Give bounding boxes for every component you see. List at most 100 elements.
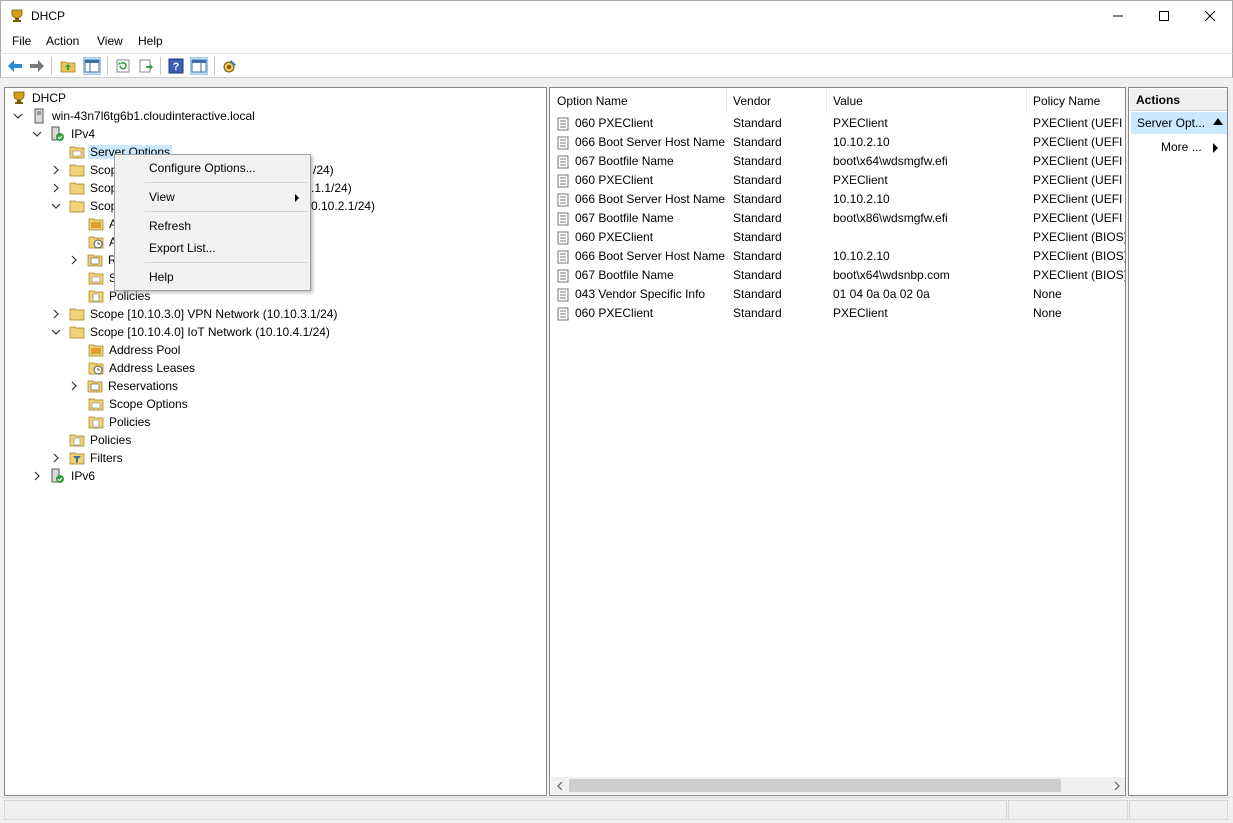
actions-pane: Actions Server Opt... More ... bbox=[1128, 87, 1228, 796]
actions-section-server-options[interactable]: Server Opt... bbox=[1131, 112, 1227, 134]
tree-node-scope-vpn[interactable]: Scope [10.10.3.0] VPN Network (10.10.3.1… bbox=[51, 305, 339, 323]
tree-node-server[interactable]: win-43n7l6tg6b1.cloudinteractive.local bbox=[13, 107, 257, 125]
tree-node-policies[interactable]: Policies bbox=[88, 413, 152, 431]
tree-label: Scope [10.10.3.0] VPN Network (10.10.3.1… bbox=[90, 307, 338, 321]
help-icon[interactable]: ? bbox=[167, 57, 185, 75]
column-header-policy-name[interactable]: Policy Name bbox=[1027, 89, 1125, 113]
table-row[interactable]: 067 Bootfile Name Standard boot\x64\wdsmgf… bbox=[551, 152, 1125, 171]
cell-vendor: Standard bbox=[733, 249, 782, 263]
close-button[interactable] bbox=[1187, 1, 1233, 31]
table-row[interactable]: 066 Boot Server Host Name Standard 10.10.2… bbox=[551, 133, 1125, 152]
toolbar: ? bbox=[0, 53, 1233, 78]
tree-node-reservations[interactable]: Reservations bbox=[69, 377, 180, 395]
table-row[interactable]: 060 PXEClient Standard PXEClient PXEClient … bbox=[551, 114, 1125, 133]
chevron-down-icon[interactable] bbox=[51, 327, 61, 337]
tree-node-scope-options[interactable]: Scope Options bbox=[88, 395, 190, 413]
maximize-button[interactable] bbox=[1141, 1, 1187, 31]
collapse-up-icon[interactable] bbox=[1213, 118, 1223, 125]
cell-value: 01 04 0a 0a 02 0a bbox=[833, 287, 930, 301]
menu-item-refresh[interactable]: Refresh bbox=[149, 219, 191, 233]
chevron-right-icon[interactable] bbox=[69, 255, 79, 265]
chevron-down-icon[interactable] bbox=[51, 201, 61, 211]
list-header: Option Name Vendor Value Policy Name bbox=[551, 89, 1125, 113]
show-hide-action-pane-icon[interactable] bbox=[190, 57, 208, 75]
back-icon[interactable] bbox=[6, 57, 24, 75]
tree-node-scope-iot[interactable]: Scope [10.10.4.0] IoT Network (10.10.4.1… bbox=[51, 323, 332, 341]
table-row[interactable]: 067 Bootfile Name Standard boot\x64\wdsnbp… bbox=[551, 266, 1125, 285]
tree-label: Filters bbox=[90, 451, 123, 465]
chevron-down-icon[interactable] bbox=[32, 129, 42, 139]
table-row[interactable]: 060 PXEClient Standard PXEClient None bbox=[551, 304, 1125, 323]
cell-text: 067 Bootfile Name bbox=[575, 211, 674, 225]
cell-text: 060 PXEClient bbox=[575, 230, 654, 244]
tree-node-policies[interactable]: Policies bbox=[69, 431, 133, 449]
menu-view[interactable]: View bbox=[97, 34, 123, 48]
column-header-value[interactable]: Value bbox=[827, 89, 1027, 113]
up-folder-icon[interactable] bbox=[59, 57, 77, 75]
table-row[interactable]: 067 Bootfile Name Standard boot\x86\wdsmgf… bbox=[551, 209, 1125, 228]
options-folder-icon bbox=[69, 144, 85, 160]
minimize-button[interactable] bbox=[1095, 1, 1141, 31]
chevron-down-icon[interactable] bbox=[13, 111, 23, 121]
tree-node-ipv6[interactable]: IPv6 bbox=[32, 467, 97, 485]
folder-icon bbox=[69, 306, 85, 322]
menu-item-help[interactable]: Help bbox=[149, 270, 174, 284]
cell-vendor: Standard bbox=[733, 173, 782, 187]
chevron-right-icon[interactable] bbox=[69, 381, 79, 391]
scroll-left-icon[interactable] bbox=[551, 777, 568, 794]
cell-vendor: Standard bbox=[733, 230, 782, 244]
menu-item-configure-options[interactable]: Configure Options... bbox=[149, 161, 256, 175]
chevron-right-icon[interactable] bbox=[32, 471, 42, 481]
cell-policy-name: PXEClient (UEFI x86) bbox=[1033, 211, 1125, 225]
menu-file[interactable]: File bbox=[12, 34, 31, 48]
tree-label: Scope [10.10.4.0] IoT Network (10.10.4.1… bbox=[90, 325, 330, 339]
tree-node-scope[interactable]: Scop bbox=[51, 161, 119, 179]
address-leases-icon bbox=[88, 360, 104, 376]
horizontal-scrollbar[interactable] bbox=[551, 777, 1125, 794]
menu-item-view[interactable]: View bbox=[149, 190, 175, 204]
table-row[interactable]: 066 Boot Server Host Name Standard 10.10.2… bbox=[551, 190, 1125, 209]
forward-icon[interactable] bbox=[28, 57, 46, 75]
authorize-server-icon[interactable] bbox=[221, 57, 239, 75]
more-actions-link[interactable]: More ... bbox=[1161, 140, 1202, 154]
refresh-icon[interactable] bbox=[114, 57, 132, 75]
menu-help[interactable]: Help bbox=[138, 34, 163, 48]
option-icon bbox=[557, 173, 571, 189]
dhcp-trophy-icon bbox=[11, 90, 27, 106]
column-header-vendor[interactable]: Vendor bbox=[727, 89, 827, 113]
table-row[interactable]: 060 PXEClient Standard PXEClient (BIOS) bbox=[551, 228, 1125, 247]
cell-value: PXEClient bbox=[833, 116, 888, 130]
cell-policy-name: PXEClient (UEFI x64) bbox=[1033, 154, 1125, 168]
scrollbar-thumb[interactable] bbox=[569, 779, 1061, 792]
tree-node-scope[interactable]: Scop bbox=[51, 179, 119, 197]
options-folder-icon bbox=[88, 270, 104, 286]
column-header-option-name[interactable]: Option Name bbox=[551, 89, 727, 113]
chevron-right-icon[interactable] bbox=[51, 309, 61, 319]
options-folder-icon bbox=[88, 396, 104, 412]
option-icon bbox=[557, 192, 571, 208]
table-row[interactable]: 043 Vendor Specific Info Standard 01 04 0a… bbox=[551, 285, 1125, 304]
chevron-right-icon[interactable] bbox=[51, 453, 61, 463]
table-row[interactable]: 066 Boot Server Host Name Standard 10.10.2… bbox=[551, 247, 1125, 266]
svg-text:?: ? bbox=[173, 61, 180, 73]
export-list-icon[interactable] bbox=[137, 57, 155, 75]
show-hide-console-tree-icon[interactable] bbox=[83, 57, 101, 75]
tree-node-address-leases[interactable]: Address Leases bbox=[88, 359, 197, 377]
table-row[interactable]: 060 PXEClient Standard PXEClient PXEClient … bbox=[551, 171, 1125, 190]
title-bar: DHCP bbox=[0, 0, 1233, 31]
tree-node-dhcp[interactable]: DHCP bbox=[11, 89, 68, 107]
tree-node-filters[interactable]: Filters bbox=[51, 449, 125, 467]
address-pool-icon bbox=[88, 216, 104, 232]
tree-node-reservations[interactable]: R bbox=[69, 251, 119, 269]
menu-action[interactable]: Action bbox=[46, 34, 79, 48]
chevron-right-icon[interactable] bbox=[51, 165, 61, 175]
tree-node-ipv4[interactable]: IPv4 bbox=[32, 125, 97, 143]
chevron-right-icon[interactable] bbox=[51, 183, 61, 193]
cell-vendor: Standard bbox=[733, 135, 782, 149]
tree-node-address-pool[interactable]: Address Pool bbox=[88, 341, 182, 359]
results-list[interactable]: Option Name Vendor Value Policy Name 060… bbox=[549, 87, 1126, 796]
cell-value: 10.10.2.10 bbox=[833, 192, 890, 206]
scroll-right-icon[interactable] bbox=[1108, 777, 1125, 794]
tree-node-scope[interactable]: Scop bbox=[51, 197, 119, 215]
menu-item-export-list[interactable]: Export List... bbox=[149, 241, 216, 255]
